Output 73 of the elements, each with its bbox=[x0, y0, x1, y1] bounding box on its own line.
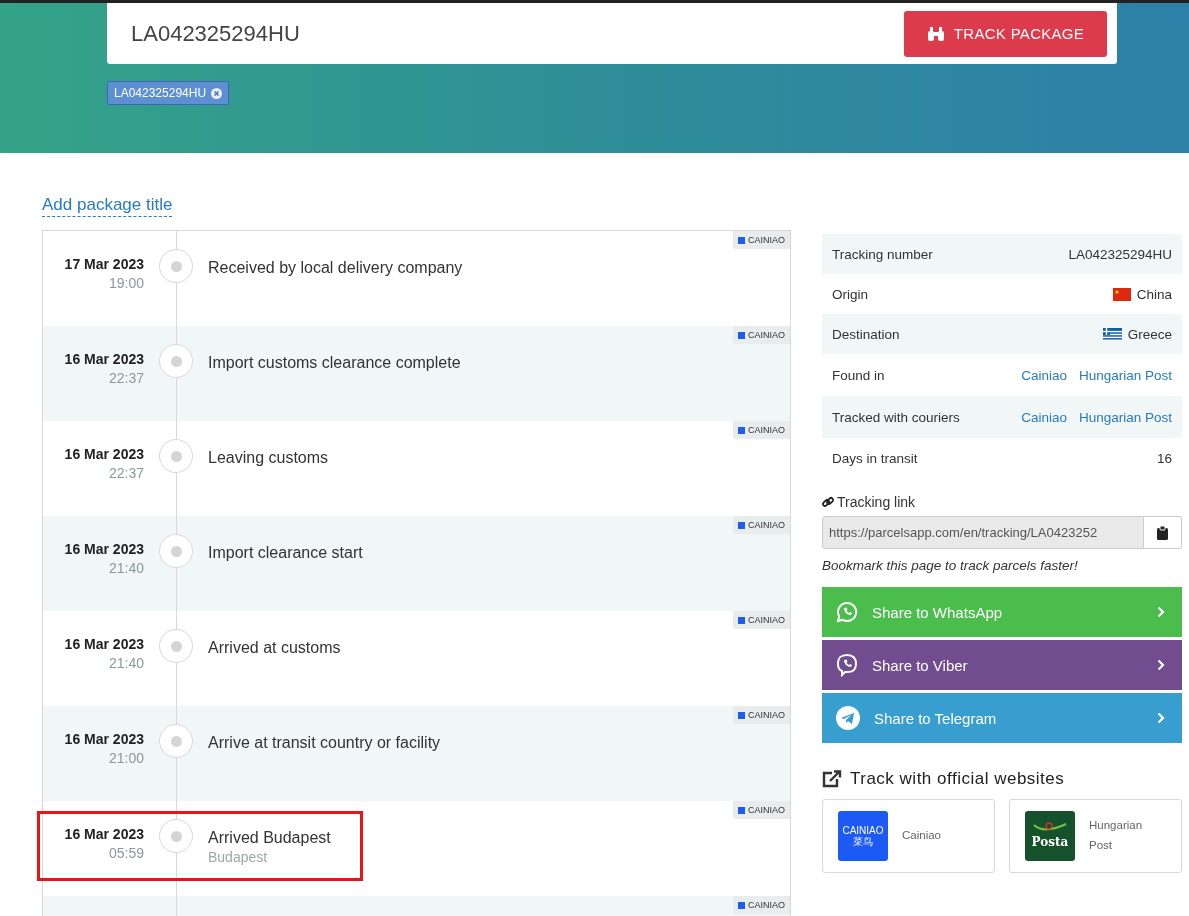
courier-link[interactable]: Cainiao bbox=[1021, 409, 1067, 425]
binoculars-icon bbox=[926, 25, 945, 42]
tracking-tag[interactable]: LA042325294HU bbox=[107, 81, 230, 105]
event-time: 21:40 bbox=[108, 560, 144, 576]
event-date: 17 Mar 2023 bbox=[64, 256, 144, 272]
search-field[interactable]: LA042325294HU TRACK PACKAGE bbox=[107, 3, 1117, 64]
chevron-right-icon bbox=[1157, 712, 1165, 724]
flag-icon bbox=[1112, 287, 1131, 301]
courier-website-card[interactable]: Posta Hungarian Post bbox=[1009, 799, 1182, 873]
courier-badge: CAINIAO bbox=[733, 231, 790, 249]
event-time: 19:00 bbox=[108, 275, 144, 291]
event-status: Arrive at transit country or facility bbox=[208, 734, 441, 752]
info-value: LA042325294HU bbox=[1068, 246, 1172, 262]
event-time: 05:59 bbox=[108, 845, 144, 861]
courier-badge: CAINIAO bbox=[733, 326, 790, 344]
event-status: Arrived at customs bbox=[208, 639, 341, 657]
event-status: Import customs clearance complete bbox=[208, 354, 461, 372]
event-status: Arrived Budapest bbox=[208, 829, 331, 847]
share-button[interactable]: Share to Telegram bbox=[822, 693, 1182, 743]
event-date: 16 Mar 2023 bbox=[64, 541, 144, 557]
courier-badge: CAINIAO bbox=[733, 896, 790, 914]
info-value: China bbox=[1136, 286, 1172, 302]
share-button[interactable]: Share to Viber bbox=[822, 640, 1182, 690]
copy-button[interactable] bbox=[1144, 516, 1182, 549]
info-label: Found in bbox=[832, 367, 885, 383]
chevron-right-icon bbox=[1157, 659, 1165, 671]
info-label: Destination bbox=[832, 326, 900, 342]
courier-website-card[interactable]: CAINIAO 菜鸟 Cainiao bbox=[822, 799, 995, 873]
courier-badge: CAINIAO bbox=[733, 611, 790, 629]
external-link-icon bbox=[822, 770, 842, 788]
event-status: Import clearance start bbox=[208, 544, 363, 562]
add-title-link[interactable]: Add package title bbox=[42, 195, 173, 217]
courier-badge: CAINIAO bbox=[733, 801, 790, 819]
chat-bubble-icon bbox=[836, 601, 858, 623]
event-time: 22:37 bbox=[108, 465, 144, 481]
event-date: 16 Mar 2023 bbox=[64, 446, 144, 462]
event-location: Budapest bbox=[208, 849, 269, 865]
paper-plane-icon bbox=[836, 706, 860, 730]
event-time: 21:40 bbox=[108, 655, 144, 671]
info-label: Origin bbox=[832, 286, 868, 302]
horn-logo: Posta bbox=[1025, 811, 1075, 861]
link-icon bbox=[822, 496, 834, 508]
event-time: 22:37 bbox=[108, 370, 144, 386]
courier-link[interactable]: Cainiao bbox=[1021, 367, 1067, 383]
chevron-right-icon bbox=[1157, 606, 1165, 618]
courier-badge: CAINIAO bbox=[733, 516, 790, 534]
event-date: 16 Mar 2023 bbox=[64, 826, 144, 842]
courier-badge: CAINIAO bbox=[733, 421, 790, 439]
event-status: Leaving customs bbox=[208, 449, 329, 467]
event-date: 16 Mar 2023 bbox=[64, 731, 144, 747]
bird-logo: CAINIAO 菜鸟 bbox=[838, 811, 888, 861]
flag-icon bbox=[1102, 327, 1122, 341]
info-value: Greece bbox=[1127, 326, 1172, 342]
tracking-link-field[interactable]: https://parcelsapp.com/en/tracking/LA0423252 bbox=[822, 516, 1144, 549]
clipboard-icon bbox=[1157, 525, 1168, 540]
bookmark-note: Bookmark this page to track parcels faster! bbox=[822, 558, 1079, 573]
event-date: 16 Mar 2023 bbox=[64, 351, 144, 367]
share-button[interactable]: Share to WhatsApp bbox=[822, 587, 1182, 637]
remove-icon[interactable] bbox=[211, 87, 223, 99]
official-websites-heading: Track with official websites bbox=[850, 769, 1065, 789]
event-status: Received by local delivery company bbox=[208, 259, 463, 277]
info-label: Tracked with couriers bbox=[832, 409, 960, 425]
phone-bubble-icon bbox=[836, 653, 858, 677]
event-time: 21:00 bbox=[108, 750, 144, 766]
info-label: Days in transit bbox=[832, 450, 918, 466]
tracking-link-label: Tracking link bbox=[837, 494, 916, 510]
info-label: Tracking number bbox=[832, 246, 933, 262]
track-package-button[interactable]: TRACK PACKAGE bbox=[904, 10, 1107, 57]
event-date: 16 Mar 2023 bbox=[64, 636, 144, 652]
courier-badge: CAINIAO bbox=[733, 706, 790, 724]
info-value: 16 bbox=[1156, 450, 1172, 466]
courier-link[interactable]: Hungarian Post bbox=[1078, 367, 1172, 383]
courier-link[interactable]: Hungarian Post bbox=[1078, 409, 1172, 425]
